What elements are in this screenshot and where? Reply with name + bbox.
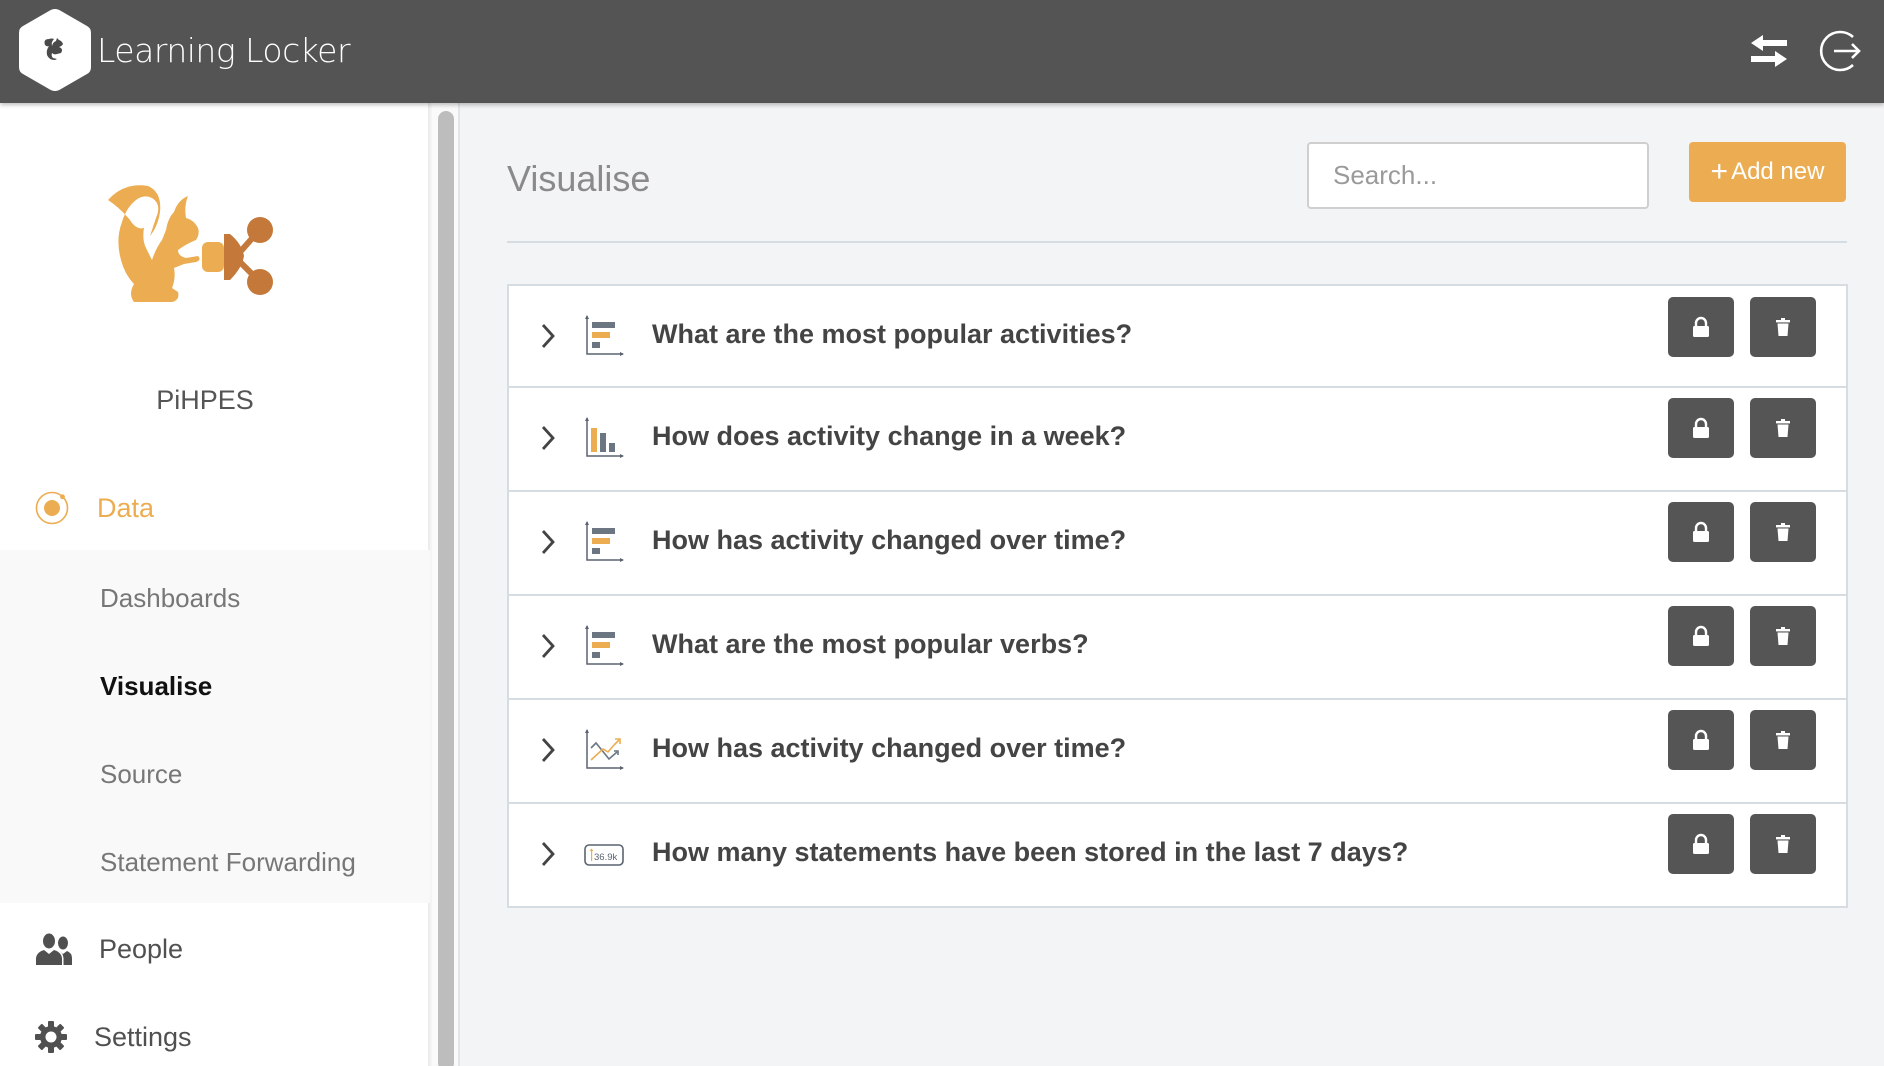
visualisation-title[interactable]: What are the most popular verbs? [652, 629, 1089, 660]
lock-icon [1693, 316, 1709, 337]
trash-icon [1776, 523, 1790, 541]
organisation-name: PiHPES [156, 385, 254, 415]
lock-button[interactable] [1668, 606, 1734, 666]
sidebar-scrollbar[interactable] [432, 103, 460, 1066]
trash-icon [1776, 627, 1790, 645]
main-content: Visualise + Add new What are the most po… [462, 103, 1884, 1066]
lock-button[interactable] [1668, 814, 1734, 874]
learning-locker-hexagon-logo-icon [19, 9, 91, 91]
visualisation-row: How does activity change in a week? [507, 388, 1848, 492]
delete-button[interactable] [1750, 606, 1816, 666]
visualisation-row: What are the most popular activities? [507, 284, 1848, 388]
trash-icon [1776, 318, 1790, 336]
chevron-right-icon [541, 738, 555, 762]
visualisation-title[interactable]: How many statements have been stored in … [652, 837, 1408, 868]
gear-icon [35, 1021, 67, 1053]
expand-toggle[interactable] [535, 836, 561, 872]
sidebar-item-data[interactable]: Data [0, 485, 430, 531]
sidebar: PiHPES Data Dashboards Visualise Source … [0, 103, 430, 1066]
delete-button[interactable] [1750, 814, 1816, 874]
expand-toggle[interactable] [535, 628, 561, 664]
brand-logo-link[interactable]: Learning Locker [17, 7, 351, 93]
header-divider [507, 241, 1847, 243]
data-target-icon [35, 491, 69, 525]
chevron-right-icon [541, 842, 555, 866]
lock-icon [1693, 729, 1709, 750]
visualisation-list: What are the most popular activities? Ho… [507, 284, 1848, 908]
chevron-right-icon [541, 634, 555, 658]
add-new-button[interactable]: + Add new [1689, 142, 1846, 202]
sidebar-scrollbar-thumb[interactable] [438, 111, 454, 1066]
expand-toggle[interactable] [535, 420, 561, 456]
logout-button[interactable] [1818, 28, 1864, 74]
lock-button[interactable] [1668, 710, 1734, 770]
lock-button[interactable] [1668, 297, 1734, 357]
horizontal-bar-chart-icon [585, 315, 624, 356]
trash-icon [1776, 835, 1790, 853]
lock-icon [1693, 833, 1709, 854]
switch-arrows-icon [1751, 35, 1787, 67]
sidebar-item-label: Data [97, 492, 155, 523]
page-title: Visualise [507, 158, 651, 199]
expand-toggle[interactable] [535, 318, 561, 354]
visualisation-title[interactable]: How has activity changed over time? [652, 525, 1126, 556]
visualisation-row: How has activity changed over time? [507, 700, 1848, 804]
people-icon [36, 933, 72, 965]
chevron-right-icon [541, 324, 555, 348]
switch-organisation-button[interactable] [1746, 28, 1792, 74]
search-input[interactable] [1307, 142, 1649, 209]
expand-toggle[interactable] [535, 524, 561, 560]
expand-toggle[interactable] [535, 732, 561, 768]
add-new-label: Add new [1731, 158, 1825, 185]
delete-button[interactable] [1750, 710, 1816, 770]
sidebar-item-visualise[interactable]: Visualise [100, 671, 212, 702]
app-name: Learning Locker [97, 30, 351, 70]
sidebar-item-statement-forwarding[interactable]: Statement Forwarding [100, 847, 356, 878]
lock-button[interactable] [1668, 398, 1734, 458]
line-chart-icon [585, 729, 624, 770]
counter-icon: 36.9k [584, 844, 624, 866]
delete-button[interactable] [1750, 502, 1816, 562]
sidebar-item-source[interactable]: Source [100, 759, 182, 790]
lock-icon [1693, 521, 1709, 542]
delete-button[interactable] [1750, 297, 1816, 357]
sidebar-item-dashboards[interactable]: Dashboards [100, 583, 240, 614]
lock-button[interactable] [1668, 502, 1734, 562]
counter-icon-value: 36.9k [594, 852, 617, 863]
logout-icon [1819, 30, 1861, 72]
data-submenu: Dashboards Visualise Source Statement Fo… [0, 550, 430, 903]
chevron-right-icon [541, 426, 555, 450]
sidebar-item-settings[interactable]: Settings [0, 1017, 430, 1057]
sidebar-item-label: Settings [94, 1021, 192, 1052]
visualisation-title[interactable]: What are the most popular activities? [652, 319, 1132, 350]
horizontal-bar-chart-icon [585, 625, 624, 666]
visualisation-row: How has activity changed over time? [507, 492, 1848, 596]
top-bar: Learning Locker [0, 0, 1884, 103]
column-chart-icon [585, 417, 624, 458]
trash-icon [1776, 419, 1790, 437]
visualisation-row: What are the most popular verbs? [507, 596, 1848, 700]
chevron-right-icon [541, 530, 555, 554]
visualisation-row: 36.9k How many statements have been stor… [507, 804, 1848, 908]
plus-icon: + [1710, 155, 1729, 188]
organisation-logo-squirrel-icon [108, 185, 273, 302]
horizontal-bar-chart-icon [585, 521, 624, 562]
trash-icon [1776, 731, 1790, 749]
lock-icon [1693, 417, 1709, 438]
sidebar-item-people[interactable]: People [0, 929, 430, 969]
visualisation-title[interactable]: How does activity change in a week? [652, 421, 1126, 452]
sidebar-item-label: People [99, 933, 184, 964]
visualisation-title[interactable]: How has activity changed over time? [652, 733, 1126, 764]
delete-button[interactable] [1750, 398, 1816, 458]
lock-icon [1693, 625, 1709, 646]
